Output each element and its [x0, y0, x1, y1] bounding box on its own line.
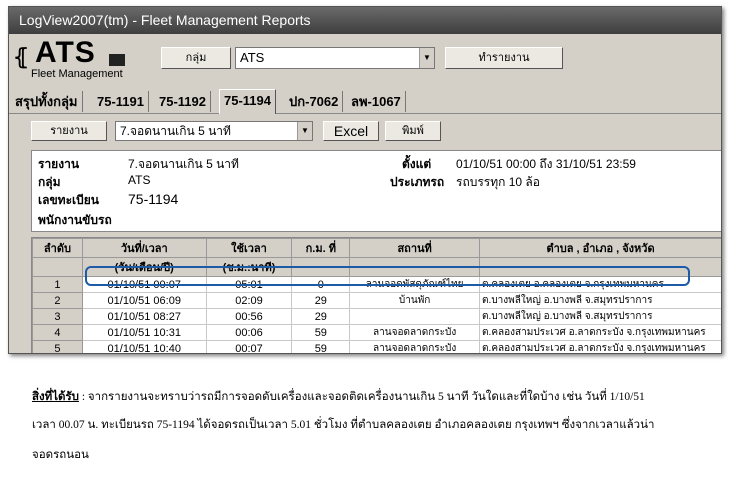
tab-75-1194[interactable]: 75-1194: [219, 89, 276, 114]
cell-location: ต.คลองสามประเวศ อ.ลาดกระบัง จ.กรุงเทพมหา…: [479, 340, 721, 353]
vehicle-tabs: สรุปทั้งกลุ่ม 75-1191 75-1192 75-1194 ปก…: [9, 89, 721, 114]
col-header-index[interactable]: ลำดับ: [32, 238, 83, 258]
excel-button[interactable]: Excel: [323, 121, 379, 141]
stop-report-table: ลำดับ วันที่/เวลา ใช้เวลา ก.ม. ที่ สถานท…: [31, 237, 721, 353]
cell-index: 4: [32, 324, 83, 341]
logo-brand: ATS: [35, 36, 96, 69]
note-line-1: สิ่งที่ได้รับ : จากรายงานจะทราบว่ารถมีกา…: [32, 388, 722, 406]
col-subheader: [291, 257, 351, 277]
ats-logo: ⦃ ATS Fleet Management: [13, 36, 158, 82]
toolbar: ⦃ ATS Fleet Management กลุ่ม ATS ▼ ทำราย…: [9, 34, 721, 84]
logo-square: [109, 54, 125, 66]
cell-place: ลานจอดพัสดุภัณฑ์ไทย: [349, 276, 481, 293]
print-button[interactable]: พิมพ์: [385, 121, 441, 141]
table-row[interactable]: 5 01/10/51 10:40 00:07 59 ลานจอดลาดกระบั…: [32, 340, 721, 353]
note-line-3: จอดรถนอน: [32, 449, 89, 461]
report-info-panel: รายงาน 7.จอดนานเกิน 5 นาที กลุ่ม ATS เลข…: [31, 150, 721, 232]
cell-location: ต.บางพลีใหญ่ อ.บางพลี จ.สมุทรปราการ: [479, 292, 721, 309]
chevron-down-icon[interactable]: ▼: [419, 48, 434, 68]
col-subheader: (ช.ม.:นาที): [205, 257, 293, 277]
cell-index: 2: [32, 292, 83, 309]
cell-km: 59: [291, 340, 351, 353]
cell-datetime: 01/10/51 10:40: [81, 340, 207, 353]
col-header-place[interactable]: สถานที่: [349, 238, 481, 258]
note-heading: สิ่งที่ได้รับ: [32, 391, 79, 403]
tab-lp-1067[interactable]: ลพ-1067: [347, 91, 406, 112]
cell-datetime: 01/10/51 08:27: [81, 308, 207, 325]
tab-summary[interactable]: สรุปทั้งกลุ่ม: [11, 91, 83, 112]
cell-duration: 05:01: [205, 276, 293, 293]
note-line-2: เวลา 00.07 น. ทะเบียนรถ 75-1194 ได้จอดรถ…: [32, 419, 655, 431]
table-row[interactable]: 3 01/10/51 08:27 00:56 29 ต.บางพลีใหญ่ อ…: [32, 308, 721, 325]
col-subheader: [349, 257, 481, 277]
plate-label: เลขทะเบียน: [38, 193, 99, 207]
col-header-location[interactable]: ตำบล , อำเภอ , จังหวัด: [479, 238, 721, 258]
cell-km: 0: [291, 276, 351, 293]
tab-pk-7062[interactable]: ปก-7062: [285, 91, 344, 112]
tab-75-1192[interactable]: 75-1192: [155, 91, 211, 112]
cell-km: 59: [291, 324, 351, 341]
report-button[interactable]: รายงาน: [31, 121, 107, 141]
tab-75-1191[interactable]: 75-1191: [93, 91, 149, 112]
group-value: ATS: [128, 173, 151, 187]
cell-location: ต.คลองสามประเวศ อ.ลาดกระบัง จ.กรุงเทพมหา…: [479, 324, 721, 341]
cell-duration: 00:06: [205, 324, 293, 341]
table-header-row: ลำดับ วันที่/เวลา ใช้เวลา ก.ม. ที่ สถานท…: [32, 238, 721, 258]
report-value: 7.จอดนานเกิน 5 นาที: [128, 157, 239, 171]
cell-datetime: 01/10/51 10:31: [81, 324, 207, 341]
chevron-down-icon[interactable]: ▼: [297, 122, 312, 140]
table-row[interactable]: 2 01/10/51 06:09 02:09 29 บ้านพัก ต.บางพ…: [32, 292, 721, 309]
col-subheader: [32, 257, 83, 277]
make-report-button[interactable]: ทำรายงาน: [445, 47, 563, 69]
cell-index: 1: [32, 276, 83, 293]
group-label: กลุ่ม: [38, 175, 61, 189]
col-subheader: (วัน/เดือน/ปี): [81, 257, 207, 277]
report-select[interactable]: 7.จอดนานเกิน 5 นาที ▼: [115, 121, 313, 141]
since-label: ตั้งแต่: [402, 157, 432, 171]
group-select-value: ATS: [240, 50, 265, 65]
app-window: LogView2007(tm) - Fleet Management Repor…: [8, 6, 722, 354]
vehicle-type-value: รถบรรทุก 10 ล้อ: [456, 175, 540, 189]
table-row[interactable]: 4 01/10/51 10:31 00:06 59 ลานจอดลาดกระบั…: [32, 324, 721, 341]
report-label: รายงาน: [38, 157, 80, 171]
table-subheader-row: (วัน/เดือน/ปี) (ช.ม.:นาที): [32, 257, 721, 277]
cell-place: บ้านพัก: [349, 292, 481, 309]
cell-place: ลานจอดลาดกระบัง: [349, 340, 481, 353]
cell-datetime: 01/10/51 06:09: [81, 292, 207, 309]
cell-duration: 00:07: [205, 340, 293, 353]
cell-duration: 00:56: [205, 308, 293, 325]
window-title: LogView2007(tm) - Fleet Management Repor…: [9, 7, 721, 34]
col-subheader: [479, 257, 721, 277]
table-row[interactable]: 1 01/10/51 00:07 05:01 0 ลานจอดพัสดุภัณฑ…: [32, 276, 721, 293]
group-button[interactable]: กลุ่ม: [161, 47, 231, 69]
col-header-duration[interactable]: ใช้เวลา: [205, 238, 293, 258]
col-header-datetime[interactable]: วันที่/เวลา: [81, 238, 207, 258]
cell-place: [349, 308, 481, 325]
cell-datetime: 01/10/51 00:07: [81, 276, 207, 293]
group-select[interactable]: ATS ▼: [235, 47, 435, 69]
cell-km: 29: [291, 292, 351, 309]
signal-icon: ⦃: [13, 44, 30, 69]
cell-index: 3: [32, 308, 83, 325]
cell-km: 29: [291, 308, 351, 325]
cell-location: ต.คลองเตย อ.คลองเตย จ.กรุงเทพมหานคร: [479, 276, 721, 293]
cell-index: 5: [32, 340, 83, 353]
col-header-km[interactable]: ก.ม. ที่: [291, 238, 351, 258]
cell-place: ลานจอดลาดกระบัง: [349, 324, 481, 341]
cell-duration: 02:09: [205, 292, 293, 309]
cell-location: ต.บางพลีใหญ่ อ.บางพลี จ.สมุทรปราการ: [479, 308, 721, 325]
plate-value: 75-1194: [128, 191, 179, 207]
driver-label: พนักงานขับรถ: [38, 213, 112, 227]
report-select-value: 7.จอดนานเกิน 5 นาที: [120, 124, 231, 138]
logo-subtitle: Fleet Management: [31, 68, 123, 80]
since-value: 01/10/51 00:00 ถึง 31/10/51 23:59: [456, 157, 636, 171]
vehicle-type-label: ประเภทรถ: [390, 175, 445, 189]
note-text-1: : จากรายงานจะทราบว่ารถมีการจอดดับเครื่อง…: [78, 391, 645, 403]
